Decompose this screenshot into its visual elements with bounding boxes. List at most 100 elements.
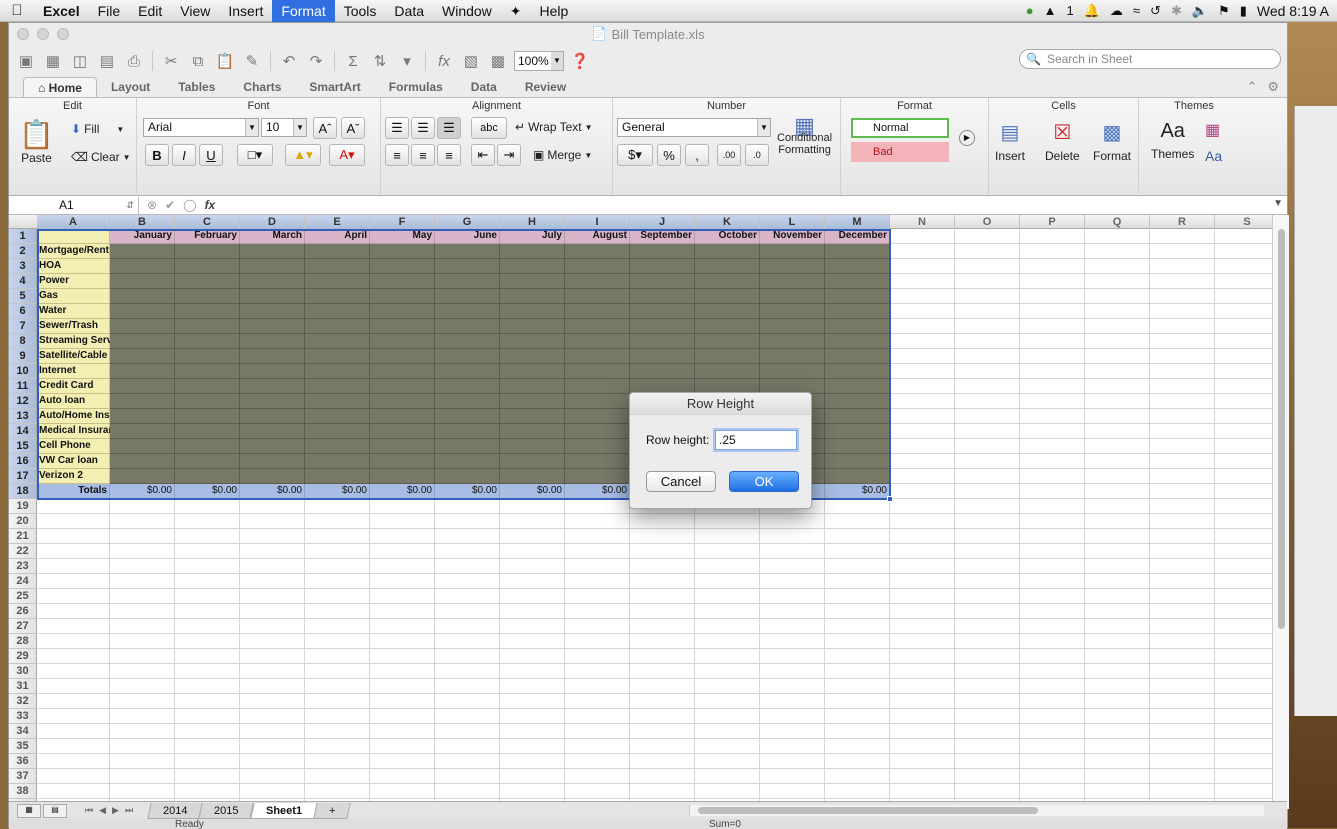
cell[interactable] — [1085, 514, 1150, 529]
cell[interactable] — [890, 394, 955, 409]
bill-cell[interactable] — [760, 364, 825, 379]
cell[interactable] — [760, 514, 825, 529]
battery-icon[interactable]: ▮ — [1240, 3, 1247, 19]
row-header[interactable]: 4 — [9, 274, 37, 289]
formula-input[interactable] — [223, 197, 1287, 214]
cell[interactable] — [110, 739, 175, 754]
bill-cell[interactable] — [825, 469, 890, 484]
bill-cell[interactable] — [500, 469, 565, 484]
cell[interactable] — [955, 454, 1020, 469]
cell[interactable] — [175, 589, 240, 604]
bill-cell[interactable] — [695, 364, 760, 379]
row-header[interactable]: 14 — [9, 424, 37, 439]
cell[interactable] — [1020, 679, 1085, 694]
bill-cell[interactable] — [435, 424, 500, 439]
tab-review[interactable]: Review — [511, 77, 580, 97]
sheet-tab-2014[interactable]: 2014 — [147, 802, 204, 819]
row-header[interactable]: 32 — [9, 694, 37, 709]
bill-cell[interactable] — [695, 289, 760, 304]
cell[interactable] — [825, 679, 890, 694]
cell[interactable] — [890, 304, 955, 319]
bill-cell[interactable] — [110, 439, 175, 454]
align-left-button[interactable]: ≡ — [385, 144, 409, 166]
cell[interactable] — [1020, 784, 1085, 799]
cell[interactable] — [240, 679, 305, 694]
cell[interactable] — [825, 529, 890, 544]
bill-cell[interactable] — [630, 334, 695, 349]
cell[interactable] — [37, 544, 110, 559]
bill-cell[interactable] — [110, 319, 175, 334]
save-icon[interactable]: ▤ — [96, 50, 118, 72]
cell[interactable] — [890, 499, 955, 514]
insert-cells-button[interactable]: ▤ Insert — [995, 120, 1025, 163]
bill-cell[interactable] — [305, 349, 370, 364]
bill-cell[interactable] — [240, 319, 305, 334]
cell[interactable] — [825, 784, 890, 799]
cell[interactable] — [825, 604, 890, 619]
cell[interactable] — [240, 544, 305, 559]
bill-cell[interactable] — [305, 319, 370, 334]
cell[interactable] — [1085, 319, 1150, 334]
bill-cell[interactable] — [500, 394, 565, 409]
column-header-f[interactable]: F — [370, 215, 435, 229]
total-cell[interactable]: $0.00 — [240, 484, 305, 499]
decrease-indent-button[interactable]: ⇤ — [471, 144, 495, 166]
cell[interactable] — [890, 649, 955, 664]
background-window[interactable] — [1294, 106, 1337, 716]
cell[interactable] — [37, 664, 110, 679]
fill-button[interactable]: ⬇ Fill ▼ — [71, 122, 124, 136]
cell[interactable] — [1085, 559, 1150, 574]
menu-edit[interactable]: Edit — [129, 0, 171, 22]
bill-cell[interactable] — [825, 349, 890, 364]
cell[interactable] — [890, 619, 955, 634]
align-bottom-button[interactable]: ☰ — [437, 117, 461, 139]
cell[interactable] — [890, 559, 955, 574]
column-header-i[interactable]: I — [565, 215, 630, 229]
month-header[interactable]: February — [175, 229, 240, 244]
cell[interactable] — [1020, 649, 1085, 664]
row-header[interactable]: 34 — [9, 724, 37, 739]
cell[interactable] — [695, 754, 760, 769]
cell[interactable] — [175, 559, 240, 574]
cell[interactable] — [435, 604, 500, 619]
cell[interactable] — [370, 529, 435, 544]
bill-label[interactable]: Sewer/Trash — [37, 319, 110, 334]
cell[interactable] — [825, 634, 890, 649]
bill-cell[interactable] — [240, 349, 305, 364]
bill-cell[interactable] — [240, 289, 305, 304]
bill-cell[interactable] — [370, 334, 435, 349]
function-icon[interactable]: ◯ — [183, 198, 196, 212]
row-header[interactable]: 2 — [9, 244, 37, 259]
cell[interactable] — [825, 619, 890, 634]
bill-cell[interactable] — [825, 364, 890, 379]
bill-cell[interactable] — [370, 319, 435, 334]
cell[interactable] — [37, 679, 110, 694]
currency-button[interactable]: $▾ — [617, 144, 653, 166]
volume-icon[interactable]: 🔈 — [1192, 3, 1208, 19]
cell[interactable] — [500, 604, 565, 619]
conditional-formatting-button[interactable]: ▦ Conditional Formatting — [777, 115, 832, 157]
cell[interactable] — [110, 784, 175, 799]
cell[interactable] — [305, 724, 370, 739]
cell[interactable] — [37, 739, 110, 754]
cell[interactable] — [1020, 739, 1085, 754]
cell[interactable] — [890, 769, 955, 784]
merge-button[interactable]: ▣ Merge ▼ — [533, 148, 592, 162]
cell[interactable] — [1215, 514, 1272, 529]
bill-cell[interactable] — [630, 304, 695, 319]
cell[interactable] — [890, 349, 955, 364]
cell[interactable] — [370, 544, 435, 559]
cell[interactable] — [175, 529, 240, 544]
cell[interactable] — [760, 754, 825, 769]
cell[interactable] — [240, 499, 305, 514]
bill-cell[interactable] — [565, 454, 630, 469]
cell[interactable] — [37, 559, 110, 574]
tab-formulas[interactable]: Formulas — [375, 77, 457, 97]
cell[interactable] — [1020, 304, 1085, 319]
comma-button[interactable]: , — [685, 144, 709, 166]
month-header[interactable]: January — [110, 229, 175, 244]
cell[interactable] — [370, 754, 435, 769]
cell[interactable] — [500, 784, 565, 799]
cell[interactable] — [175, 574, 240, 589]
cell[interactable] — [1150, 274, 1215, 289]
